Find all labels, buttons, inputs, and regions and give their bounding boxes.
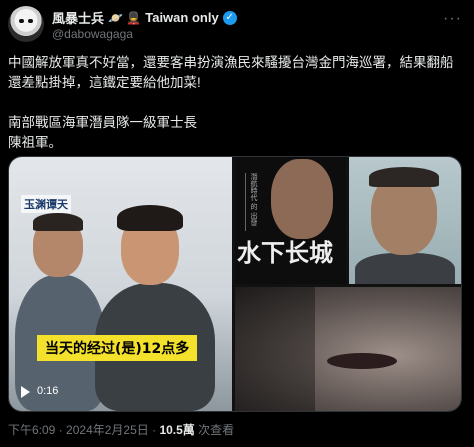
view-label: 次查看 <box>198 423 235 437</box>
mouth-closeup <box>327 353 397 369</box>
post-header: 風暴士兵 🪐 💂 Taiwan only ✓ @dabowagaga ··· <box>8 6 468 46</box>
post-footer: 下午6:09 · 2024年2月25日 · 10.5萬 次查看 <box>8 423 235 437</box>
media-image-closeup[interactable] <box>235 287 461 411</box>
post-text-line: 中國解放軍真不好當，還要客串扮演漁民來騷擾台灣金門海巡署，結果翻船 <box>8 55 454 70</box>
poster-side-text: 潛航時代 的 出發 <box>245 173 264 231</box>
media-image-portrait[interactable] <box>349 157 461 284</box>
poster-title: 水下长城 <box>237 238 333 267</box>
author-handle[interactable]: @dabowagaga <box>52 27 133 41</box>
play-icon[interactable] <box>21 386 30 398</box>
post-date[interactable]: 2024年2月25日 <box>66 423 149 437</box>
person-figure <box>355 253 455 284</box>
post-text-line: 陳祖軍。 <box>8 135 62 150</box>
person-figure <box>271 159 333 239</box>
person-figure <box>33 213 83 231</box>
post-text-line: 南部戰區海軍潛員隊一級軍士長 <box>8 115 197 130</box>
video-subtitle: 当天的经过(是)12点多 <box>37 335 198 361</box>
view-count: 10.5萬 <box>159 423 195 437</box>
display-name[interactable]: 風暴士兵 <box>52 8 104 27</box>
post-text-line: 還差點掛掉，這鐵定要給他加菜! <box>8 75 201 90</box>
post-text: 中國解放軍真不好當，還要客串扮演漁民來騷擾台灣金門海巡署，結果翻船 還差點掛掉，… <box>8 53 466 153</box>
more-options-icon[interactable]: ··· <box>443 10 462 28</box>
video-player[interactable]: 玉渊谭天 当天的经过(是)12点多 0:16 <box>9 157 232 411</box>
verified-badge-icon: ✓ <box>222 10 237 25</box>
person-figure <box>369 167 439 187</box>
avatar[interactable] <box>8 6 44 42</box>
name-suffix: Taiwan only <box>145 10 219 25</box>
media-image-poster[interactable]: 潛航時代 的 出發 水下长城 <box>235 157 346 284</box>
media-grid: 玉渊谭天 当天的经过(是)12点多 0:16 潛航時代 的 出發 水下长城 <box>8 156 462 412</box>
name-emojis: 🪐 💂 <box>108 10 142 25</box>
post-time[interactable]: 下午6:09 <box>8 423 55 437</box>
author-name-row[interactable]: 風暴士兵 🪐 💂 Taiwan only ✓ <box>52 8 237 27</box>
video-time: 0:16 <box>37 385 59 397</box>
person-figure <box>117 205 183 231</box>
channel-logo: 玉渊谭天 <box>21 195 71 213</box>
